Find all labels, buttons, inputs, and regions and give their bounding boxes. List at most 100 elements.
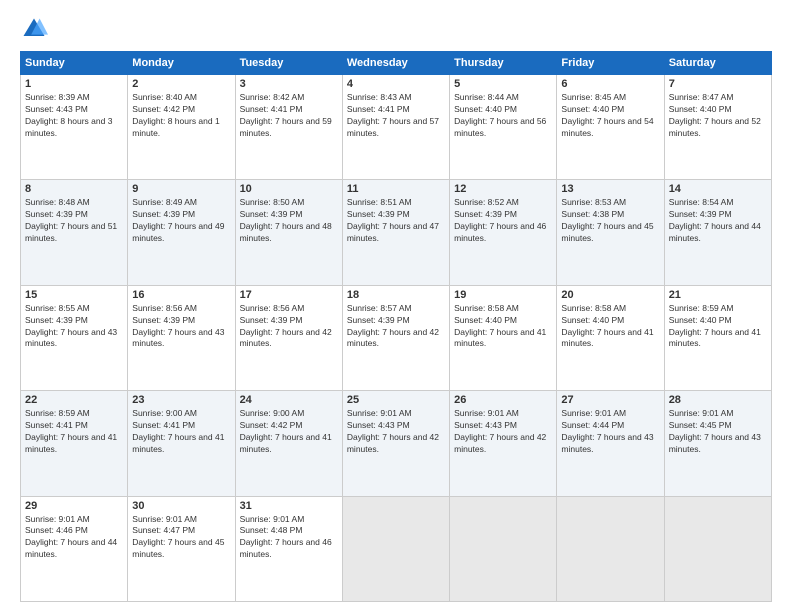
calendar-cell: 2 Sunrise: 8:40 AMSunset: 4:42 PMDayligh… (128, 75, 235, 180)
day-number: 26 (454, 394, 552, 406)
day-info: Sunrise: 9:01 AMSunset: 4:46 PMDaylight:… (25, 514, 117, 560)
dow-header: Thursday (450, 52, 557, 75)
dow-header: Wednesday (342, 52, 449, 75)
day-info: Sunrise: 9:01 AMSunset: 4:45 PMDaylight:… (669, 408, 761, 454)
day-number: 21 (669, 289, 767, 301)
day-info: Sunrise: 9:01 AMSunset: 4:48 PMDaylight:… (240, 514, 332, 560)
dow-header: Tuesday (235, 52, 342, 75)
calendar-cell (342, 496, 449, 601)
day-info: Sunrise: 8:56 AMSunset: 4:39 PMDaylight:… (240, 303, 332, 349)
day-info: Sunrise: 8:51 AMSunset: 4:39 PMDaylight:… (347, 197, 439, 243)
day-info: Sunrise: 8:58 AMSunset: 4:40 PMDaylight:… (561, 303, 653, 349)
day-info: Sunrise: 8:54 AMSunset: 4:39 PMDaylight:… (669, 197, 761, 243)
day-number: 12 (454, 183, 552, 195)
day-info: Sunrise: 9:00 AMSunset: 4:42 PMDaylight:… (240, 408, 332, 454)
calendar-cell: 21 Sunrise: 8:59 AMSunset: 4:40 PMDaylig… (664, 285, 771, 390)
day-info: Sunrise: 8:45 AMSunset: 4:40 PMDaylight:… (561, 92, 653, 138)
day-info: Sunrise: 9:01 AMSunset: 4:44 PMDaylight:… (561, 408, 653, 454)
day-info: Sunrise: 8:58 AMSunset: 4:40 PMDaylight:… (454, 303, 546, 349)
day-number: 5 (454, 78, 552, 90)
day-number: 11 (347, 183, 445, 195)
calendar-cell: 16 Sunrise: 8:56 AMSunset: 4:39 PMDaylig… (128, 285, 235, 390)
day-info: Sunrise: 8:42 AMSunset: 4:41 PMDaylight:… (240, 92, 332, 138)
day-number: 1 (25, 78, 123, 90)
calendar-cell: 26 Sunrise: 9:01 AMSunset: 4:43 PMDaylig… (450, 391, 557, 496)
calendar-cell: 23 Sunrise: 9:00 AMSunset: 4:41 PMDaylig… (128, 391, 235, 496)
day-info: Sunrise: 8:47 AMSunset: 4:40 PMDaylight:… (669, 92, 761, 138)
day-number: 4 (347, 78, 445, 90)
day-info: Sunrise: 9:01 AMSunset: 4:43 PMDaylight:… (347, 408, 439, 454)
day-number: 25 (347, 394, 445, 406)
calendar-cell: 8 Sunrise: 8:48 AMSunset: 4:39 PMDayligh… (21, 180, 128, 285)
calendar-cell: 17 Sunrise: 8:56 AMSunset: 4:39 PMDaylig… (235, 285, 342, 390)
calendar-cell (557, 496, 664, 601)
day-number: 7 (669, 78, 767, 90)
day-number: 31 (240, 500, 338, 512)
dow-header: Saturday (664, 52, 771, 75)
day-info: Sunrise: 9:01 AMSunset: 4:43 PMDaylight:… (454, 408, 546, 454)
day-number: 28 (669, 394, 767, 406)
calendar-cell: 6 Sunrise: 8:45 AMSunset: 4:40 PMDayligh… (557, 75, 664, 180)
calendar-cell: 9 Sunrise: 8:49 AMSunset: 4:39 PMDayligh… (128, 180, 235, 285)
day-number: 24 (240, 394, 338, 406)
logo-icon (20, 15, 48, 43)
day-number: 3 (240, 78, 338, 90)
day-number: 18 (347, 289, 445, 301)
day-info: Sunrise: 8:52 AMSunset: 4:39 PMDaylight:… (454, 197, 546, 243)
day-number: 17 (240, 289, 338, 301)
day-info: Sunrise: 8:44 AMSunset: 4:40 PMDaylight:… (454, 92, 546, 138)
calendar-cell: 12 Sunrise: 8:52 AMSunset: 4:39 PMDaylig… (450, 180, 557, 285)
dow-header: Friday (557, 52, 664, 75)
calendar-cell: 19 Sunrise: 8:58 AMSunset: 4:40 PMDaylig… (450, 285, 557, 390)
day-number: 19 (454, 289, 552, 301)
day-info: Sunrise: 8:59 AMSunset: 4:41 PMDaylight:… (25, 408, 117, 454)
calendar-cell: 14 Sunrise: 8:54 AMSunset: 4:39 PMDaylig… (664, 180, 771, 285)
day-info: Sunrise: 8:53 AMSunset: 4:38 PMDaylight:… (561, 197, 653, 243)
calendar-cell: 7 Sunrise: 8:47 AMSunset: 4:40 PMDayligh… (664, 75, 771, 180)
day-info: Sunrise: 8:39 AMSunset: 4:43 PMDaylight:… (25, 92, 112, 138)
calendar-cell: 28 Sunrise: 9:01 AMSunset: 4:45 PMDaylig… (664, 391, 771, 496)
day-info: Sunrise: 9:01 AMSunset: 4:47 PMDaylight:… (132, 514, 224, 560)
day-number: 22 (25, 394, 123, 406)
logo (20, 15, 52, 43)
calendar-cell: 4 Sunrise: 8:43 AMSunset: 4:41 PMDayligh… (342, 75, 449, 180)
calendar-cell: 31 Sunrise: 9:01 AMSunset: 4:48 PMDaylig… (235, 496, 342, 601)
calendar-cell: 3 Sunrise: 8:42 AMSunset: 4:41 PMDayligh… (235, 75, 342, 180)
day-info: Sunrise: 8:49 AMSunset: 4:39 PMDaylight:… (132, 197, 224, 243)
calendar-cell: 22 Sunrise: 8:59 AMSunset: 4:41 PMDaylig… (21, 391, 128, 496)
day-number: 2 (132, 78, 230, 90)
calendar-cell: 24 Sunrise: 9:00 AMSunset: 4:42 PMDaylig… (235, 391, 342, 496)
dow-header: Monday (128, 52, 235, 75)
day-number: 15 (25, 289, 123, 301)
calendar-cell: 13 Sunrise: 8:53 AMSunset: 4:38 PMDaylig… (557, 180, 664, 285)
day-number: 10 (240, 183, 338, 195)
day-info: Sunrise: 8:40 AMSunset: 4:42 PMDaylight:… (132, 92, 219, 138)
day-info: Sunrise: 8:43 AMSunset: 4:41 PMDaylight:… (347, 92, 439, 138)
day-number: 27 (561, 394, 659, 406)
calendar-cell: 1 Sunrise: 8:39 AMSunset: 4:43 PMDayligh… (21, 75, 128, 180)
day-info: Sunrise: 8:50 AMSunset: 4:39 PMDaylight:… (240, 197, 332, 243)
day-info: Sunrise: 8:59 AMSunset: 4:40 PMDaylight:… (669, 303, 761, 349)
day-info: Sunrise: 8:48 AMSunset: 4:39 PMDaylight:… (25, 197, 117, 243)
day-info: Sunrise: 8:56 AMSunset: 4:39 PMDaylight:… (132, 303, 224, 349)
calendar-cell: 15 Sunrise: 8:55 AMSunset: 4:39 PMDaylig… (21, 285, 128, 390)
calendar-cell: 10 Sunrise: 8:50 AMSunset: 4:39 PMDaylig… (235, 180, 342, 285)
day-number: 8 (25, 183, 123, 195)
calendar-cell: 18 Sunrise: 8:57 AMSunset: 4:39 PMDaylig… (342, 285, 449, 390)
calendar-cell: 27 Sunrise: 9:01 AMSunset: 4:44 PMDaylig… (557, 391, 664, 496)
day-number: 13 (561, 183, 659, 195)
day-info: Sunrise: 8:57 AMSunset: 4:39 PMDaylight:… (347, 303, 439, 349)
header (20, 15, 772, 43)
calendar-cell: 20 Sunrise: 8:58 AMSunset: 4:40 PMDaylig… (557, 285, 664, 390)
calendar-cell (450, 496, 557, 601)
day-number: 9 (132, 183, 230, 195)
calendar-cell: 30 Sunrise: 9:01 AMSunset: 4:47 PMDaylig… (128, 496, 235, 601)
calendar-cell: 5 Sunrise: 8:44 AMSunset: 4:40 PMDayligh… (450, 75, 557, 180)
day-number: 16 (132, 289, 230, 301)
page: SundayMondayTuesdayWednesdayThursdayFrid… (0, 0, 792, 612)
day-number: 30 (132, 500, 230, 512)
day-info: Sunrise: 9:00 AMSunset: 4:41 PMDaylight:… (132, 408, 224, 454)
day-number: 29 (25, 500, 123, 512)
calendar-cell (664, 496, 771, 601)
calendar-cell: 29 Sunrise: 9:01 AMSunset: 4:46 PMDaylig… (21, 496, 128, 601)
